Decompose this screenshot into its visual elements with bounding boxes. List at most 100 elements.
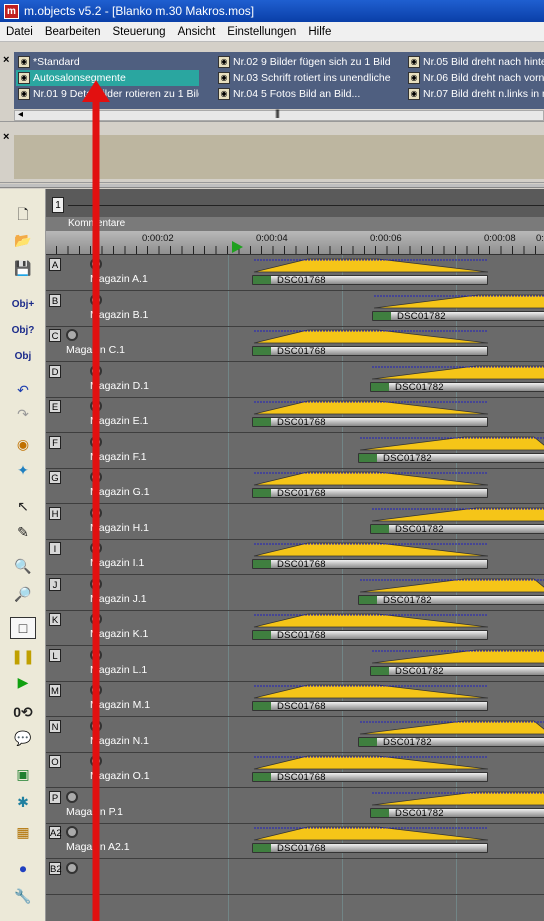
new-icon[interactable]: 🗋 — [10, 205, 36, 227]
image-clip[interactable]: DSC01782 — [370, 381, 544, 393]
track-row[interactable]: A2 Magazin A2.1 DSC01768 — [46, 824, 544, 859]
close-icon[interactable]: × — [3, 54, 9, 66]
track-row[interactable]: G Magazin G.1 DSC01768 — [46, 469, 544, 504]
track-letter[interactable]: O — [49, 755, 61, 768]
track-row[interactable]: A Magazin A.1 DSC01768 — [46, 256, 544, 291]
track-letter[interactable]: G — [49, 471, 61, 484]
image-clip[interactable]: DSC01768 — [252, 275, 488, 286]
close-icon[interactable]: × — [3, 131, 9, 143]
opacity-envelope[interactable] — [366, 363, 544, 381]
menu-ansicht[interactable]: Ansicht — [172, 26, 222, 38]
track-letter[interactable]: F — [49, 435, 61, 449]
pen-icon[interactable]: ✎ — [10, 521, 36, 543]
film-icon[interactable]: ▦ — [10, 821, 36, 843]
track-row[interactable]: E Magazin E.1 DSC01768 — [46, 398, 544, 433]
opacity-envelope[interactable] — [366, 789, 544, 807]
frame-icon[interactable]: □ — [10, 617, 36, 639]
speech-icon[interactable]: 💬 — [10, 727, 36, 749]
image-clip[interactable]: DSC01782 — [370, 523, 544, 535]
macro-item[interactable]: ◉ Nr.04 5 Fotos Bild an Bild... — [216, 86, 402, 102]
color-icon[interactable]: ◉ — [10, 433, 36, 455]
object-add-icon[interactable]: Obj+ — [10, 293, 36, 315]
image-clip[interactable]: DSC01782 — [370, 807, 544, 819]
time-ruler[interactable]: 0:00:02 0:00:04 0:00:06 0:00:08 0:00:1 — [46, 231, 544, 255]
opacity-envelope[interactable] — [366, 647, 544, 665]
clip-handle[interactable] — [253, 347, 271, 355]
track-row[interactable]: L Magazin L.1 DSC01782 — [46, 647, 544, 682]
opacity-envelope[interactable] — [366, 505, 544, 523]
track-row[interactable]: C Magazin C.1 DSC01768 — [46, 327, 544, 362]
comment-track[interactable]: Kommentare — [46, 217, 544, 231]
track-letter[interactable]: M — [49, 684, 61, 697]
track-letter[interactable]: A — [49, 258, 61, 271]
scroll-grip-icon[interactable]: ||| — [275, 108, 280, 118]
track-letter[interactable]: N — [49, 719, 61, 733]
opacity-envelope[interactable] — [354, 576, 544, 594]
image-clip[interactable]: DSC01782 — [372, 310, 544, 322]
macro-item[interactable]: ◉ Nr.06 Bild dreht nach vorn — [406, 70, 544, 86]
clip-handle[interactable] — [371, 382, 389, 391]
image-icon[interactable]: ▣ — [10, 763, 36, 785]
opacity-envelope[interactable] — [248, 469, 508, 487]
clip-handle[interactable] — [253, 489, 271, 497]
object-icon[interactable]: Obj — [10, 345, 36, 367]
macro-scrollbar[interactable]: ◂ ||| — [14, 108, 544, 121]
macro-item[interactable]: ◉ Nr.05 Bild dreht nach hinte — [406, 54, 544, 70]
opacity-envelope[interactable] — [248, 327, 508, 345]
clip-handle[interactable] — [253, 418, 271, 426]
track-row[interactable]: O Magazin O.1 DSC01768 — [46, 753, 544, 788]
object-query-icon[interactable]: Obj? — [10, 319, 36, 341]
clip-handle[interactable] — [359, 595, 377, 604]
menu-steuerung[interactable]: Steuerung — [106, 26, 171, 38]
image-clip[interactable]: DSC01768 — [252, 417, 488, 428]
track-row[interactable]: H Magazin H.1 DSC01782 — [46, 505, 544, 540]
zoom-out-icon[interactable]: 🔎 — [10, 583, 36, 605]
opacity-envelope[interactable] — [248, 753, 508, 771]
track-letter[interactable]: A2 — [49, 826, 62, 839]
image-clip[interactable]: DSC01782 — [370, 665, 544, 677]
clip-handle[interactable] — [253, 844, 271, 852]
image-clip[interactable]: DSC01782 — [358, 736, 544, 748]
pause-icon[interactable]: ❚❚ — [10, 645, 36, 667]
macro-item-selected[interactable]: ◉ Autosalonsegmente — [16, 70, 199, 86]
opacity-envelope[interactable] — [354, 434, 544, 452]
track-letter[interactable]: P — [49, 790, 61, 804]
track-letter[interactable]: H — [49, 506, 61, 520]
image-clip[interactable]: DSC01768 — [252, 630, 488, 641]
clip-handle[interactable] — [373, 311, 391, 320]
track-letter[interactable]: D — [49, 364, 61, 378]
track-letter[interactable]: E — [49, 400, 61, 413]
star-image-icon[interactable]: ✱ — [10, 791, 36, 813]
clip-handle[interactable] — [371, 524, 389, 533]
clip-handle[interactable] — [359, 737, 377, 746]
track-row[interactable]: B2 — [46, 860, 544, 895]
clip-handle[interactable] — [359, 453, 377, 462]
macro-item[interactable]: ◉ *Standard — [16, 54, 199, 70]
scroll-left-icon[interactable]: ◂ — [18, 109, 23, 120]
track-letter[interactable]: B2 — [49, 861, 62, 875]
wrench-icon[interactable]: 🔧 — [10, 885, 36, 907]
track-row[interactable]: M Magazin M.1 DSC01768 — [46, 682, 544, 717]
clip-handle[interactable] — [253, 560, 271, 568]
open-icon[interactable]: 📂 — [10, 229, 36, 251]
opacity-envelope[interactable] — [248, 682, 508, 700]
opacity-envelope[interactable] — [354, 718, 544, 736]
track-letter[interactable]: J — [49, 577, 61, 591]
menu-einstellungen[interactable]: Einstellungen — [221, 26, 302, 38]
clip-handle[interactable] — [253, 773, 271, 781]
pointer-icon[interactable]: ↖ — [10, 495, 36, 517]
track-row[interactable]: I Magazin I.1 DSC01768 — [46, 540, 544, 575]
track-letter[interactable]: I — [49, 542, 61, 555]
opacity-envelope[interactable] — [248, 398, 508, 416]
audio-icon[interactable]: 0⟲ — [10, 701, 36, 723]
effects-icon[interactable]: ✦ — [10, 459, 36, 481]
dots-icon[interactable]: ⦁ — [10, 857, 36, 879]
opacity-envelope[interactable] — [248, 256, 508, 274]
image-clip[interactable]: DSC01768 — [252, 772, 488, 783]
redo-icon[interactable]: ↷ — [10, 403, 36, 425]
track-row[interactable]: K Magazin K.1 DSC01768 — [46, 611, 544, 646]
menu-bearbeiten[interactable]: Bearbeiten — [39, 26, 107, 38]
clip-handle[interactable] — [253, 702, 271, 710]
opacity-envelope[interactable] — [248, 824, 508, 842]
track-row[interactable]: D Magazin D.1 DSC01782 — [46, 363, 544, 398]
